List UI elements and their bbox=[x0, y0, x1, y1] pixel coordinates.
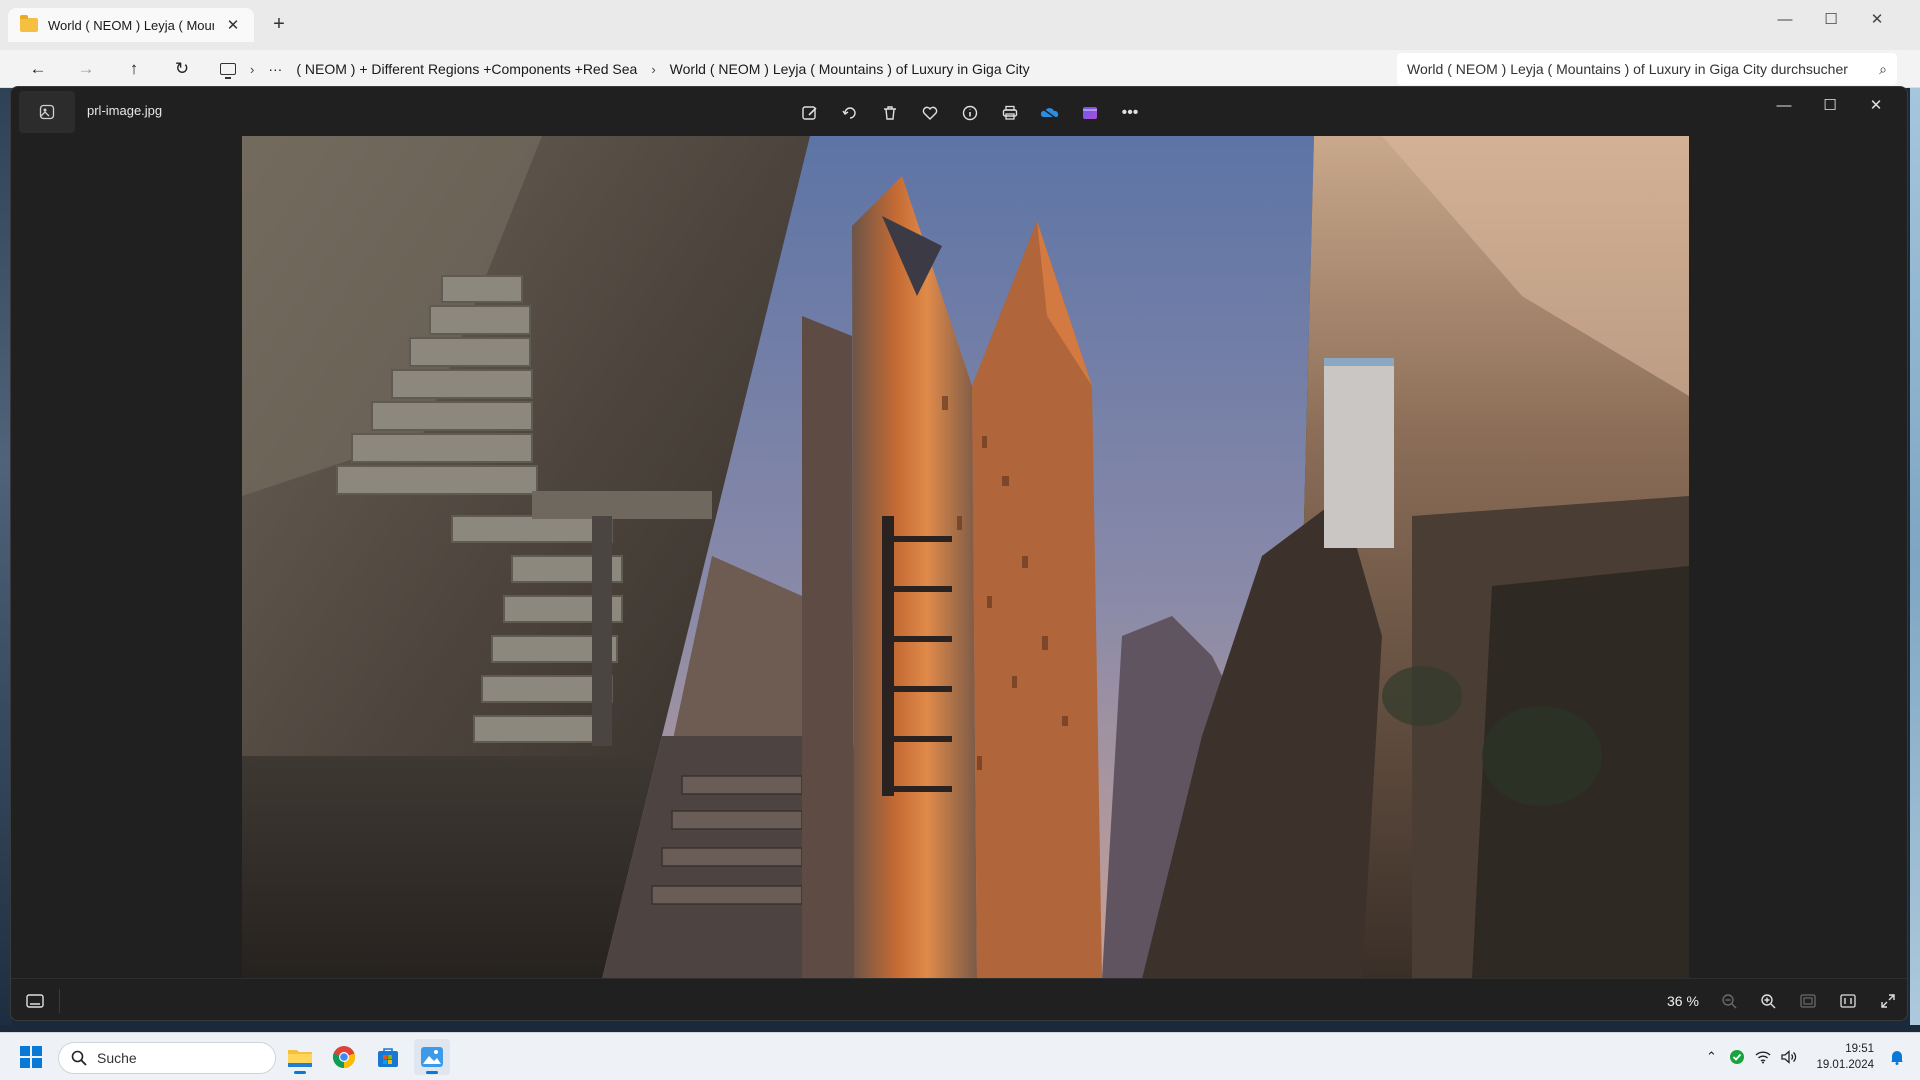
fit-to-window-icon[interactable] bbox=[1793, 987, 1823, 1015]
system-tray: ⌃ 19:51 19.01.2024 bbox=[1698, 1033, 1920, 1080]
taskbar: Suche ⌃ 19:51 19.01.2024 bbox=[0, 1032, 1920, 1080]
desktop-wallpaper-right bbox=[1910, 85, 1920, 1025]
actual-size-icon[interactable] bbox=[1833, 987, 1863, 1015]
store-icon[interactable] bbox=[370, 1039, 406, 1075]
this-pc-icon[interactable] bbox=[220, 63, 236, 79]
filmstrip-icon[interactable] bbox=[21, 989, 49, 1013]
navigation-bar: ← → ↑ ↻ › ··· ( NEOM ) + Different Regio… bbox=[0, 50, 1920, 88]
minimize-icon[interactable]: — bbox=[1761, 89, 1807, 121]
wifi-icon[interactable] bbox=[1750, 1044, 1776, 1070]
security-shield-icon[interactable] bbox=[1724, 1044, 1750, 1070]
folder-icon bbox=[20, 15, 38, 32]
chevron-right-icon[interactable]: › bbox=[651, 62, 655, 77]
search-icon: ⌕ bbox=[1879, 60, 1887, 77]
photos-icon[interactable] bbox=[414, 1039, 450, 1075]
forward-arrow-icon[interactable]: → bbox=[62, 53, 110, 85]
info-icon[interactable] bbox=[954, 97, 986, 129]
time: 19:51 bbox=[1845, 1043, 1874, 1055]
zoom-out-icon[interactable] bbox=[1714, 987, 1744, 1015]
rotate-icon[interactable] bbox=[834, 97, 866, 129]
maximize-icon[interactable]: ☐ bbox=[1808, 4, 1854, 34]
folder-search-input[interactable]: World ( NEOM ) Leyja ( Mountains ) of Lu… bbox=[1397, 53, 1897, 85]
close-icon[interactable]: ✕ bbox=[1853, 89, 1899, 121]
maximize-icon[interactable]: ☐ bbox=[1807, 89, 1853, 121]
photos-viewer-window: prl-image.jpg ••• — ☐ ✕ 36 % bbox=[10, 86, 1908, 1021]
new-tab-button[interactable]: + bbox=[268, 14, 290, 34]
taskbar-search-input[interactable]: Suche bbox=[58, 1042, 276, 1074]
minimize-icon[interactable]: — bbox=[1762, 4, 1808, 34]
breadcrumb-item[interactable]: ( NEOM ) + Different Regions +Components… bbox=[296, 61, 637, 77]
onedrive-icon[interactable] bbox=[1034, 97, 1066, 129]
viewer-title-bar: prl-image.jpg ••• — ☐ ✕ bbox=[11, 87, 1907, 135]
explorer-tab[interactable]: World ( NEOM ) Leyja ( Mount ✕ bbox=[8, 8, 254, 42]
viewer-window-controls: — ☐ ✕ bbox=[1761, 89, 1899, 121]
clock[interactable]: 19:51 19.01.2024 bbox=[1816, 1041, 1874, 1073]
displayed-photo[interactable] bbox=[242, 136, 1689, 979]
notification-bell-icon[interactable] bbox=[1884, 1044, 1910, 1070]
zoom-in-icon[interactable] bbox=[1753, 987, 1783, 1015]
search-label: Suche bbox=[97, 1050, 137, 1066]
clipchamp-icon[interactable] bbox=[1074, 97, 1106, 129]
tab-close-icon[interactable]: ✕ bbox=[224, 16, 242, 34]
divider bbox=[59, 989, 60, 1013]
print-icon[interactable] bbox=[994, 97, 1026, 129]
photos-app-icon bbox=[19, 91, 75, 133]
viewer-toolbar: ••• bbox=[794, 97, 1146, 129]
windows-start-icon[interactable] bbox=[20, 1046, 42, 1068]
edit-icon[interactable] bbox=[794, 97, 826, 129]
fullscreen-icon[interactable] bbox=[1873, 987, 1903, 1015]
address-bar[interactable]: › ··· ( NEOM ) + Different Regions +Comp… bbox=[212, 53, 1390, 85]
explorer-window-controls: — ☐ ✕ bbox=[1762, 4, 1900, 34]
more-icon[interactable]: ••• bbox=[1114, 97, 1146, 129]
tab-title: World ( NEOM ) Leyja ( Mount bbox=[48, 17, 214, 33]
tab-strip: World ( NEOM ) Leyja ( Mount ✕ + — ☐ ✕ bbox=[0, 0, 1920, 50]
ellipsis-icon[interactable]: ··· bbox=[268, 61, 282, 77]
running-indicator bbox=[426, 1071, 438, 1074]
chevron-up-icon[interactable]: ⌃ bbox=[1698, 1044, 1724, 1070]
refresh-icon[interactable]: ↻ bbox=[158, 53, 206, 85]
up-arrow-icon[interactable]: ↑ bbox=[110, 53, 158, 85]
close-icon[interactable]: ✕ bbox=[1854, 4, 1900, 34]
breadcrumb-item[interactable]: World ( NEOM ) Leyja ( Mountains ) of Lu… bbox=[670, 61, 1030, 77]
chevron-right-icon[interactable]: › bbox=[250, 62, 254, 77]
back-arrow-icon[interactable]: ← bbox=[14, 53, 62, 85]
date: 19.01.2024 bbox=[1816, 1059, 1874, 1071]
chrome-icon[interactable] bbox=[326, 1039, 362, 1075]
delete-icon[interactable] bbox=[874, 97, 906, 129]
search-icon bbox=[71, 1050, 87, 1066]
volume-icon[interactable] bbox=[1776, 1044, 1802, 1070]
zoom-level: 36 % bbox=[1667, 993, 1699, 1009]
file-explorer-window: World ( NEOM ) Leyja ( Mount ✕ + — ☐ ✕ ←… bbox=[0, 0, 1920, 88]
favorite-icon[interactable] bbox=[914, 97, 946, 129]
file-name: prl-image.jpg bbox=[87, 103, 163, 118]
running-indicator bbox=[294, 1071, 306, 1074]
file-explorer-icon[interactable] bbox=[282, 1039, 318, 1075]
viewer-bottom-bar: 36 % bbox=[11, 978, 1907, 1020]
search-placeholder: World ( NEOM ) Leyja ( Mountains ) of Lu… bbox=[1407, 61, 1848, 77]
